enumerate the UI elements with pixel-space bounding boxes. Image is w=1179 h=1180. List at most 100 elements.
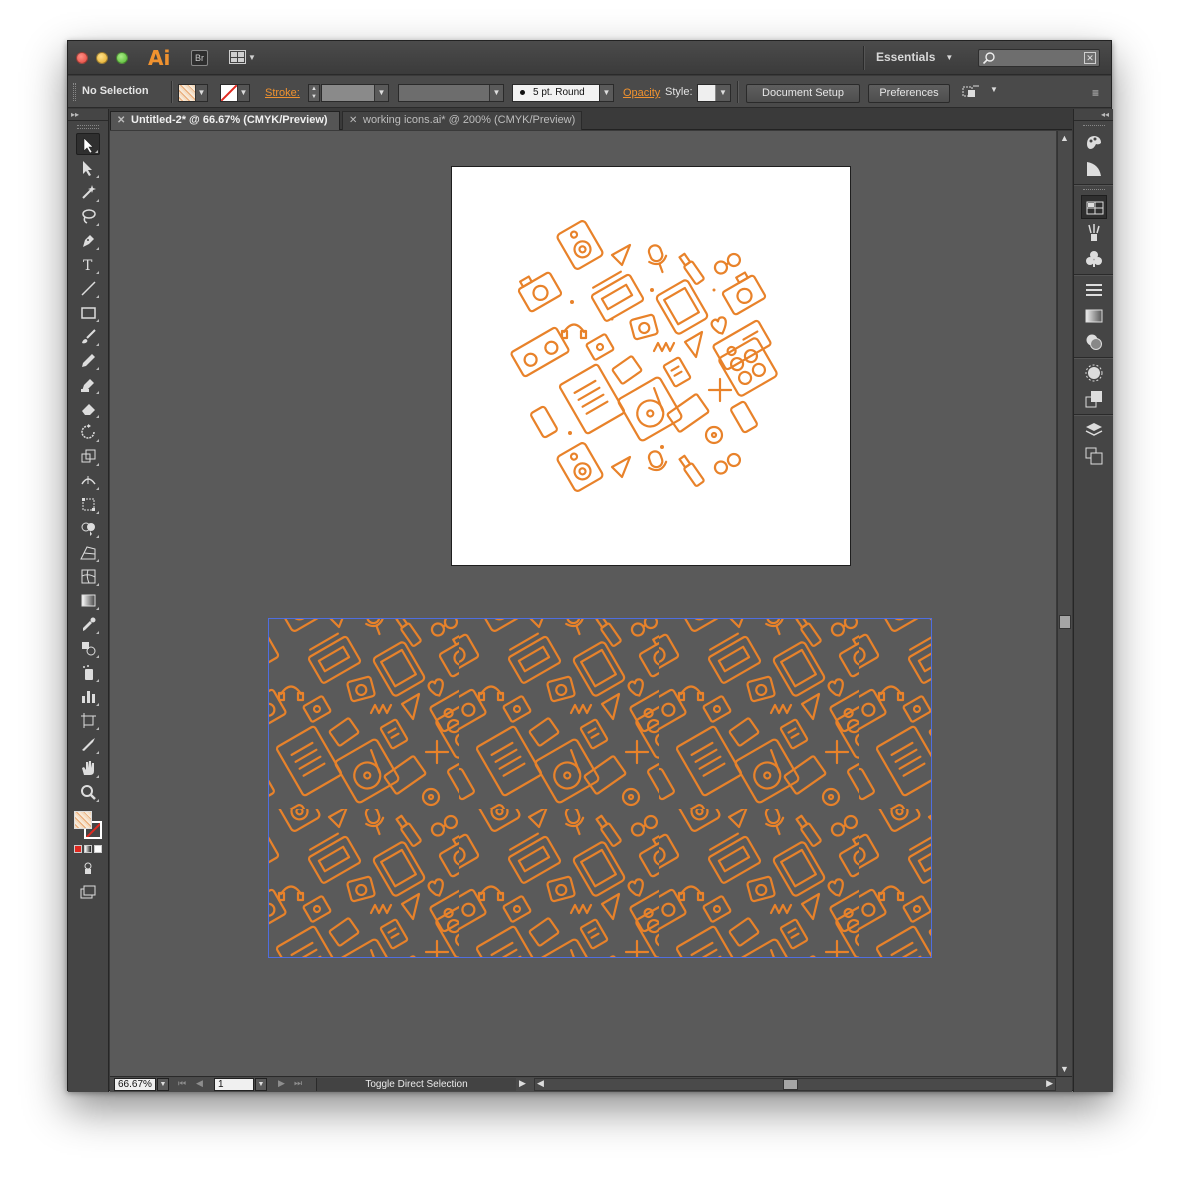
pen-tool[interactable] <box>76 229 100 251</box>
gradient-icon[interactable] <box>1081 304 1107 328</box>
screen-mode-button[interactable] <box>76 881 100 903</box>
slice-tool[interactable] <box>76 733 100 755</box>
help-search-input[interactable]: ✕ <box>978 49 1100 67</box>
paintbrush-tool[interactable] <box>76 325 100 347</box>
close-tab-icon[interactable]: ✕ <box>117 112 125 129</box>
blob-brush-tool[interactable] <box>76 373 100 395</box>
layers-icon[interactable] <box>1081 418 1107 442</box>
scroll-right-icon[interactable]: ▶ <box>1046 1078 1053 1089</box>
artboard-dropdown[interactable]: ▼ <box>255 1078 267 1091</box>
line-segment-tool[interactable] <box>76 277 100 299</box>
transparency-icon[interactable] <box>1081 330 1107 354</box>
zoom-level-field[interactable]: 66.67% <box>114 1078 156 1091</box>
icon-pattern-tile[interactable] <box>452 167 852 567</box>
selection-tool[interactable] <box>76 133 100 155</box>
rectangle-tool[interactable] <box>76 301 100 323</box>
isolate-selected-object-button[interactable]: ▼ <box>962 84 1002 102</box>
vertical-scrollbar[interactable]: ▲ ▼ <box>1057 131 1072 1076</box>
horizontal-scrollbar[interactable]: ◀ ▶ <box>534 1078 1056 1091</box>
scroll-down-icon[interactable]: ▼ <box>1060 1064 1069 1074</box>
type-tool[interactable]: T <box>76 253 100 275</box>
stroke-weight-field[interactable]: ▼ <box>321 84 389 102</box>
column-graph-tool[interactable] <box>76 685 100 707</box>
zoom-tool[interactable] <box>76 781 100 803</box>
magic-wand-tool[interactable] <box>76 181 100 203</box>
shape-builder-tool[interactable] <box>76 517 100 539</box>
fill-color-swatch[interactable] <box>74 811 92 829</box>
brushes-icon[interactable] <box>1081 221 1107 245</box>
none-mode-icon[interactable] <box>94 845 102 853</box>
eyedropper-tool[interactable] <box>76 613 100 635</box>
last-artboard-icon[interactable]: ⏭ <box>294 1078 302 1089</box>
document-canvas[interactable] <box>110 131 1056 1076</box>
direct-selection-tool[interactable] <box>76 157 100 179</box>
mesh-tool[interactable] <box>76 565 100 587</box>
workspace-switcher[interactable]: Essentials ▼ <box>876 50 953 64</box>
symbols-icon[interactable] <box>1081 247 1107 271</box>
scroll-left-icon[interactable]: ◀ <box>537 1078 544 1089</box>
scale-tool[interactable] <box>76 445 100 467</box>
scroll-up-icon[interactable]: ▲ <box>1060 133 1069 143</box>
panel-grip[interactable] <box>73 83 76 101</box>
previous-artboard-icon[interactable]: ◀ <box>196 1078 203 1089</box>
arrange-documents-button[interactable]: ▼ <box>229 50 256 64</box>
stroke-panel-link[interactable]: Stroke: <box>265 87 300 99</box>
bridge-button[interactable]: Br <box>191 50 208 66</box>
gradient-tool[interactable] <box>76 589 100 611</box>
scroll-thumb[interactable] <box>1059 615 1071 629</box>
document-setup-button[interactable]: Document Setup <box>746 84 860 103</box>
hand-tool[interactable] <box>76 757 100 779</box>
panel-grip[interactable] <box>1082 189 1105 192</box>
panel-grip[interactable] <box>1082 125 1105 128</box>
lasso-tool[interactable] <box>76 205 100 227</box>
opacity-panel-link[interactable]: Opacity <box>623 87 660 99</box>
close-window-button[interactable] <box>76 52 88 64</box>
color-panel-icon[interactable] <box>1081 131 1107 155</box>
artboard-number-field[interactable]: 1 <box>214 1078 254 1091</box>
collapse-tools-icon[interactable]: ▸▸ <box>68 109 108 121</box>
graphic-style-dropdown[interactable]: ▼ <box>697 84 731 102</box>
free-transform-tool[interactable] <box>76 493 100 515</box>
artboard-tool[interactable] <box>76 709 100 731</box>
eraser-tool[interactable] <box>76 397 100 419</box>
variable-width-profile-dropdown[interactable]: ▼ <box>398 84 504 102</box>
perspective-grid-tool[interactable] <box>76 541 100 563</box>
panel-menu-icon[interactable]: ≡ <box>1092 86 1099 100</box>
width-tool[interactable] <box>76 469 100 491</box>
fill-stroke-widget[interactable] <box>72 809 104 841</box>
pattern-swatch-preview[interactable] <box>268 618 932 958</box>
expand-panels-icon[interactable]: ◂◂ <box>1074 109 1113 121</box>
panel-grip[interactable] <box>77 125 99 129</box>
zoom-window-button[interactable] <box>116 52 128 64</box>
minimize-window-button[interactable] <box>96 52 108 64</box>
first-artboard-icon[interactable]: ⏮ <box>178 1078 186 1089</box>
rotate-tool[interactable] <box>76 421 100 443</box>
preferences-button[interactable]: Preferences <box>868 84 950 103</box>
fill-color-dropdown[interactable]: ▼ <box>178 84 208 102</box>
scroll-thumb[interactable] <box>783 1079 798 1090</box>
fill-swatch <box>179 85 195 101</box>
close-tab-icon[interactable]: ✕ <box>349 112 357 129</box>
tab-working-icons[interactable]: ✕ working icons.ai* @ 200% (CMYK/Preview… <box>342 111 582 130</box>
symbol-sprayer-tool[interactable] <box>76 661 100 683</box>
tab-untitled-2[interactable]: ✕ Untitled-2* @ 66.67% (CMYK/Preview) <box>110 111 340 130</box>
color-guide-icon[interactable] <box>1081 157 1107 181</box>
color-mode-icon[interactable] <box>74 845 82 853</box>
swatches-icon[interactable] <box>1080 195 1107 219</box>
stroke-icon[interactable] <box>1081 278 1107 302</box>
appearance-icon[interactable] <box>1081 361 1107 385</box>
gradient-mode-icon[interactable] <box>84 845 92 853</box>
blend-tool[interactable] <box>76 637 100 659</box>
draw-mode-button[interactable] <box>76 857 100 879</box>
graphic-styles-icon[interactable] <box>1081 387 1107 411</box>
artboards-icon[interactable] <box>1081 444 1107 468</box>
clear-search-icon[interactable]: ✕ <box>1084 52 1096 64</box>
status-menu-icon[interactable]: ▶ <box>519 1078 526 1089</box>
artboard[interactable] <box>451 166 851 566</box>
stroke-weight-stepper[interactable]: ▲ ▼ <box>308 84 320 102</box>
next-artboard-icon[interactable]: ▶ <box>278 1078 285 1089</box>
pencil-tool[interactable] <box>76 349 100 371</box>
zoom-dropdown[interactable]: ▼ <box>157 1078 169 1091</box>
stroke-color-dropdown[interactable]: ▼ <box>220 84 250 102</box>
brush-definition-dropdown[interactable]: 5 pt. Round ▼ <box>512 84 614 102</box>
